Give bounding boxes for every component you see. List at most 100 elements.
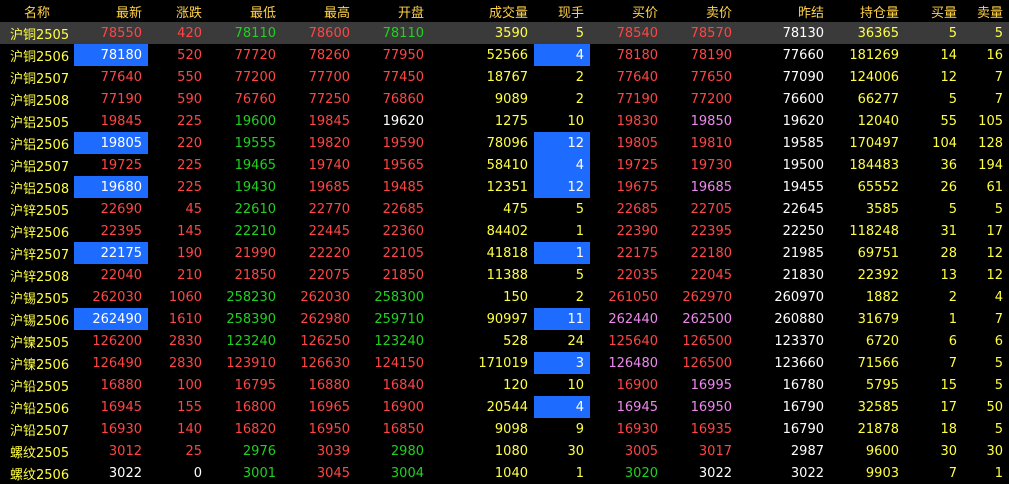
col-header-high[interactable]: 最高: [282, 0, 356, 22]
cell-change: 155: [177, 399, 202, 415]
cell-change: 1060: [168, 289, 202, 305]
cell-volume: 11388: [486, 267, 528, 283]
cell-change: 220: [177, 135, 202, 151]
cell-high: 78600: [282, 22, 356, 44]
cell-bid-qty: 36: [940, 157, 957, 173]
cell-volume: 58410: [486, 157, 528, 173]
cell-latest: 22040: [100, 267, 142, 283]
quote-row[interactable]: 沪铝2506 19805 220 19555 19820 19590 78096 12 1980…: [0, 132, 1009, 154]
cell-name: 沪铝2507: [10, 159, 70, 175]
cell-high: 22770: [308, 201, 350, 217]
cell-prev-settle: 16780: [782, 377, 824, 393]
cell-bid: 125640: [608, 333, 658, 349]
cell-prev-settle: 123660: [774, 355, 824, 371]
cell-latest: 126490: [92, 355, 142, 371]
cell-change: 0: [193, 465, 202, 481]
cell-high: 16950: [308, 421, 350, 437]
col-header-ask-qty[interactable]: 卖量: [963, 0, 1009, 22]
quote-row[interactable]: 沪铝2508 19680 225 19430 19685 19485 12351 12 1967…: [0, 176, 1009, 198]
quote-row[interactable]: 沪铜2505 78550 420 78110 78600 78110 3590 5 78540 7…: [0, 22, 1009, 44]
quote-row[interactable]: 沪铜2506 78180 520 77720 78260 77950 52566 4 78180…: [0, 44, 1009, 66]
quote-row[interactable]: 沪铅2505 16880 100 16795 16880 16840 120 10 16900 1…: [0, 374, 1009, 396]
cell-bid: 19675: [616, 179, 658, 195]
cell-ask: 262970: [682, 289, 732, 305]
cell-open-interest: 65552: [857, 179, 899, 195]
col-header-bid-qty[interactable]: 买量: [905, 0, 963, 22]
col-header-low[interactable]: 最低: [208, 0, 282, 22]
cell-lot: 5: [534, 22, 590, 44]
quote-row[interactable]: 沪镍2505 126200 2830 123240 126250 123240 528 24 1…: [0, 330, 1009, 352]
col-header-change[interactable]: 涨跌: [148, 0, 208, 22]
cell-bid-qty: 17: [940, 399, 957, 415]
cell-ask: 19850: [690, 113, 732, 129]
col-header-ask[interactable]: 卖价: [664, 0, 738, 22]
cell-bid-qty: 5: [905, 22, 963, 44]
cell-lot: 4: [534, 154, 590, 176]
cell-low: 2976: [242, 443, 276, 459]
cell-ask: 3017: [698, 443, 732, 459]
cell-volume: 171019: [478, 355, 528, 371]
quote-row[interactable]: 沪铝2507 19725 225 19465 19740 19565 58410 4 19725…: [0, 154, 1009, 176]
cell-lot: 30: [567, 443, 584, 459]
cell-open: 16840: [382, 377, 424, 393]
cell-high: 19845: [308, 113, 350, 129]
cell-ask-qty: 5: [994, 201, 1003, 217]
cell-prev-settle: 3022: [790, 465, 824, 481]
col-header-prev-settle[interactable]: 昨结: [738, 0, 830, 22]
quote-row[interactable]: 螺纹2505 3012 25 2976 3039 2980 1080 30 3005 3017 29…: [0, 440, 1009, 462]
cell-ask: 78190: [690, 47, 732, 63]
col-header-latest[interactable]: 最新: [74, 0, 148, 22]
cell-prev-settle: 19585: [782, 135, 824, 151]
cell-open: 16850: [382, 421, 424, 437]
cell-ask-qty: 17: [986, 223, 1003, 239]
cell-latest: 77640: [100, 69, 142, 85]
cell-change: 225: [177, 179, 202, 195]
cell-name: 沪锌2505: [10, 203, 70, 219]
col-header-open-interest[interactable]: 持仓量: [830, 0, 905, 22]
quote-row[interactable]: 沪铜2508 77190 590 76760 77250 76860 9089 2 77190 7…: [0, 88, 1009, 110]
col-header-lot[interactable]: 现手: [534, 0, 590, 22]
quote-row[interactable]: 沪铅2506 16945 155 16800 16965 16900 20544 4 16945…: [0, 396, 1009, 418]
cell-low: 19430: [234, 179, 276, 195]
cell-ask-qty: 5: [994, 421, 1003, 437]
cell-latest: 78550: [74, 22, 148, 44]
cell-open-interest: 21878: [857, 421, 899, 437]
quote-row[interactable]: 沪镍2506 126490 2830 123910 126630 124150 171019…: [0, 352, 1009, 374]
cell-name: 沪铜2505: [0, 22, 74, 44]
cell-ask-qty: 30: [986, 443, 1003, 459]
cell-bid: 22685: [616, 201, 658, 217]
col-header-bid[interactable]: 买价: [590, 0, 664, 22]
col-header-open[interactable]: 开盘: [356, 0, 430, 22]
quote-row[interactable]: 沪锡2505 262030 1060 258230 262030 258300 150 2 26…: [0, 286, 1009, 308]
cell-bid-qty: 7: [948, 355, 957, 371]
cell-open-interest: 6720: [865, 333, 899, 349]
cell-change: 1610: [168, 311, 202, 327]
quote-row[interactable]: 沪铜2507 77640 550 77200 77700 77450 18767 2 77640…: [0, 66, 1009, 88]
cell-latest: 262490: [74, 308, 148, 330]
cell-open: 19485: [382, 179, 424, 195]
quote-row[interactable]: 螺纹2506 3022 0 3001 3045 3004 1040 1 3020 3022 3022…: [0, 462, 1009, 484]
cell-volume: 9089: [494, 91, 528, 107]
quote-row[interactable]: 沪铅2507 16930 140 16820 16950 16850 9098 9 16930 1…: [0, 418, 1009, 440]
cell-volume: 12351: [486, 179, 528, 195]
cell-name: 沪铅2506: [10, 401, 70, 417]
cell-latest: 262030: [92, 289, 142, 305]
quote-row[interactable]: 沪锡2506 262490 1610 258390 262980 259710 90997 1…: [0, 308, 1009, 330]
quote-row[interactable]: 沪锌2505 22690 45 22610 22770 22685 475 5 22685 227…: [0, 198, 1009, 220]
cell-lot: 12: [534, 176, 590, 198]
quote-row[interactable]: 沪锌2507 22175 190 21990 22220 22105 41818 1 22175…: [0, 242, 1009, 264]
col-header-name[interactable]: 名称: [0, 0, 74, 22]
cell-lot: 10: [567, 377, 584, 393]
cell-volume: 90997: [486, 311, 528, 327]
cell-bid-qty: 18: [940, 421, 957, 437]
quote-row[interactable]: 沪锌2508 22040 210 21850 22075 21850 11388 5 22035…: [0, 264, 1009, 286]
cell-open-interest: 181269: [849, 47, 899, 63]
col-header-volume[interactable]: 成交量: [430, 0, 534, 22]
cell-low: 77720: [234, 47, 276, 63]
cell-high: 262030: [300, 289, 350, 305]
cell-ask-qty: 105: [978, 113, 1003, 129]
cell-name: 沪锡2505: [10, 291, 70, 307]
quote-row[interactable]: 沪铝2505 19845 225 19600 19845 19620 1275 10 19830…: [0, 110, 1009, 132]
quote-row[interactable]: 沪锌2506 22395 145 22210 22445 22360 84402 1 22390…: [0, 220, 1009, 242]
cell-ask-qty: 61: [986, 179, 1003, 195]
